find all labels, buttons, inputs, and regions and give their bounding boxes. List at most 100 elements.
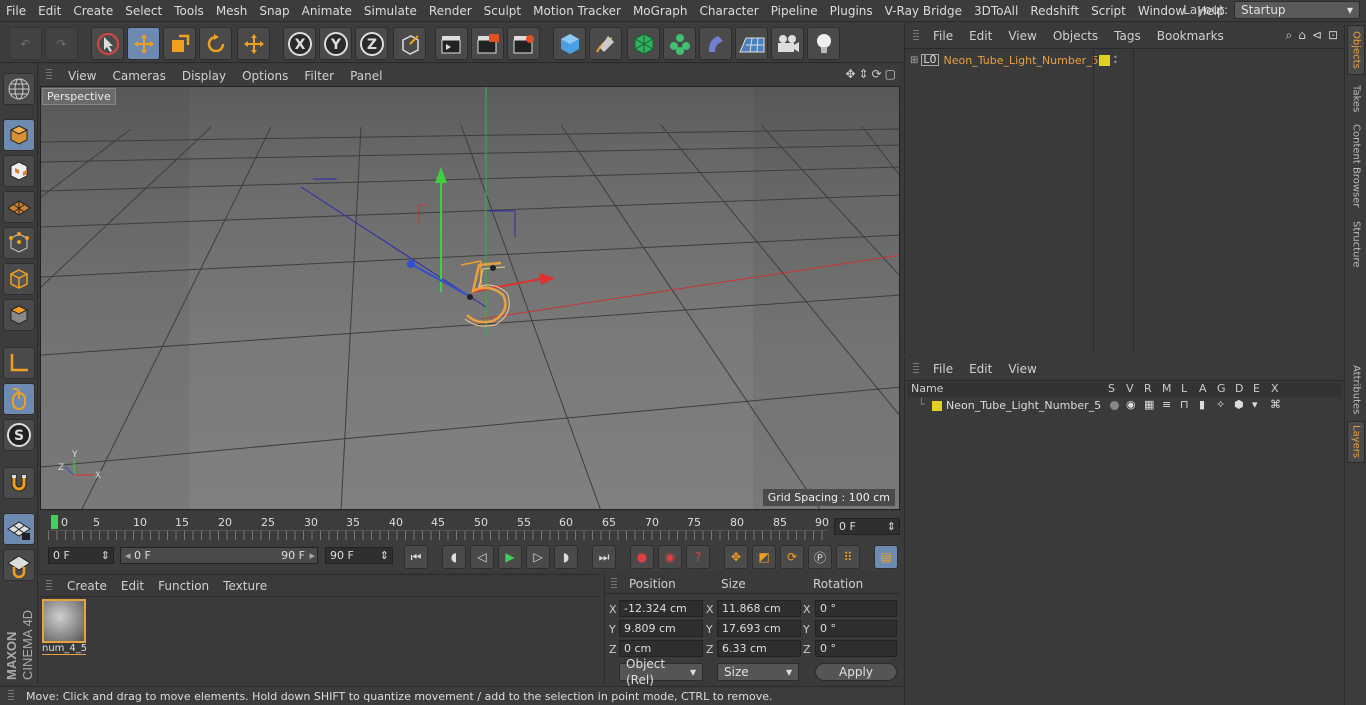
workplane-lock-button[interactable]	[3, 513, 35, 545]
objects-menu-file[interactable]: File	[925, 29, 961, 43]
tab-layers[interactable]: Layers	[1347, 421, 1365, 463]
gizmo-y-arrow[interactable]	[435, 167, 447, 183]
menu-mograph[interactable]: MoGraph	[627, 4, 694, 18]
expand-panel-icon[interactable]: ⊡	[1328, 28, 1338, 43]
objects-menu-edit[interactable]: Edit	[961, 29, 1000, 43]
recent-tool-button[interactable]	[237, 27, 270, 60]
texture-mode-button[interactable]	[3, 155, 35, 187]
panel-grip[interactable]	[8, 690, 14, 702]
col-xref[interactable]: X	[1271, 382, 1279, 395]
apply-button[interactable]: Apply	[815, 663, 897, 681]
render-view-button[interactable]	[435, 27, 468, 60]
panel-grip[interactable]	[913, 30, 919, 42]
objects-menu-tags[interactable]: Tags	[1106, 29, 1149, 43]
col-name[interactable]: Name	[911, 382, 943, 395]
previous-frame-button[interactable]: ◁	[470, 545, 494, 569]
col-manager[interactable]: M	[1162, 382, 1172, 395]
position-x-field[interactable]: -12.324 cm	[619, 600, 703, 617]
col-expressions[interactable]: E	[1253, 382, 1260, 395]
key-position-button[interactable]: ✥	[724, 545, 748, 569]
material-menu-texture[interactable]: Texture	[216, 579, 274, 593]
back-icon[interactable]: ⊲	[1312, 28, 1322, 43]
render-settings-button[interactable]	[507, 27, 540, 60]
menu-file[interactable]: File	[0, 4, 32, 18]
viewport-menu-panel[interactable]: Panel	[342, 69, 390, 83]
panel-grip[interactable]	[913, 363, 919, 375]
rotate-view-icon[interactable]: ⟳	[872, 67, 882, 81]
coordinate-mode-dropdown[interactable]: Object (Rel) ▾	[619, 657, 703, 687]
deformer-icon[interactable]: ⬢	[1234, 398, 1244, 411]
layer-color-swatch[interactable]	[932, 401, 942, 411]
pan-view-icon[interactable]: ✥	[845, 67, 855, 81]
render-clapper-icon[interactable]: ▦	[1144, 398, 1154, 411]
menu-animate[interactable]: Animate	[296, 4, 358, 18]
camera-button[interactable]	[771, 27, 804, 60]
size-z-field[interactable]: 6.33 cm	[717, 640, 801, 657]
size-x-field[interactable]: 11.868 cm	[717, 600, 801, 617]
axis-mode-button[interactable]	[3, 347, 35, 379]
redo-button[interactable]: ↷	[45, 27, 78, 60]
auto-key-button[interactable]: ◉	[658, 545, 682, 569]
key-parameter-button[interactable]: Ⓟ	[808, 545, 832, 569]
generator-icon[interactable]: ✧	[1216, 398, 1225, 411]
menu-3dtoall[interactable]: 3DToAll	[968, 4, 1024, 18]
size-y-field[interactable]: 17.693 cm	[717, 620, 801, 637]
layer-color-swatch[interactable]	[1099, 54, 1110, 66]
rotation-b-field[interactable]: 0 °	[815, 640, 897, 657]
menu-create[interactable]: Create	[67, 4, 119, 18]
go-to-start-button[interactable]: ⏮	[404, 545, 428, 569]
end-frame-field[interactable]: 90 F ⇕	[325, 547, 393, 564]
next-key-button[interactable]: ◗	[554, 545, 578, 569]
expand-plus-icon[interactable]: ⊞	[910, 55, 918, 66]
make-editable-button[interactable]	[3, 73, 35, 105]
record-button[interactable]: ●	[630, 545, 654, 569]
panel-grip[interactable]	[46, 69, 52, 81]
live-select-button[interactable]	[91, 27, 124, 60]
subdivision-surface-button[interactable]	[627, 27, 660, 60]
coordinate-system-button[interactable]	[393, 27, 426, 60]
workplane-mode-button[interactable]	[3, 191, 35, 223]
panel-grip[interactable]	[46, 580, 52, 592]
play-button[interactable]: ▶	[498, 545, 522, 569]
viewport-menu-view[interactable]: View	[60, 69, 104, 83]
visibility-dots-icon[interactable]: • •	[1113, 54, 1118, 67]
layers-menu-file[interactable]: File	[925, 362, 961, 376]
tab-attributes[interactable]: Attributes	[1347, 359, 1365, 421]
menu-vray-bridge[interactable]: V-Ray Bridge	[879, 4, 968, 18]
solo-dot-icon[interactable]	[1110, 401, 1119, 410]
material-menu-edit[interactable]: Edit	[114, 579, 151, 593]
model-mode-button[interactable]	[3, 119, 35, 151]
col-locked[interactable]: L	[1181, 382, 1187, 395]
menu-simulate[interactable]: Simulate	[358, 4, 423, 18]
position-y-field[interactable]: 9.809 cm	[619, 620, 703, 637]
object-name[interactable]: Neon_Tube_Light_Number_5	[944, 54, 1099, 67]
menu-mesh[interactable]: Mesh	[210, 4, 254, 18]
go-to-end-button[interactable]: ⏭	[592, 545, 616, 569]
cube-primitive-button[interactable]	[553, 27, 586, 60]
x-axis-lock-button[interactable]: X	[283, 27, 316, 60]
objects-menu-view[interactable]: View	[1000, 29, 1044, 43]
y-axis-lock-button[interactable]: Y	[319, 27, 352, 60]
z-axis-lock-button[interactable]: Z	[355, 27, 388, 60]
menu-pipeline[interactable]: Pipeline	[765, 4, 824, 18]
viewport-camera-label[interactable]: Perspective	[42, 88, 116, 105]
viewport-menu-cameras[interactable]: Cameras	[104, 69, 173, 83]
menu-redshift[interactable]: Redshift	[1024, 4, 1085, 18]
deformer-button[interactable]	[699, 27, 732, 60]
material-menu-create[interactable]: Create	[60, 579, 114, 593]
light-button[interactable]	[807, 27, 840, 60]
undo-button[interactable]: ↶	[9, 27, 42, 60]
viewport-menu-options[interactable]: Options	[234, 69, 296, 83]
menu-sculpt[interactable]: Sculpt	[478, 4, 527, 18]
next-frame-button[interactable]: ▷	[526, 545, 550, 569]
viewport-menu-filter[interactable]: Filter	[296, 69, 342, 83]
locked-workplane-button[interactable]	[3, 549, 35, 581]
menu-snap[interactable]: Snap	[253, 4, 295, 18]
material-swatch[interactable]: num_4_5	[42, 599, 86, 657]
points-mode-button[interactable]	[3, 227, 35, 259]
solo-mode-button[interactable]: S	[3, 419, 35, 451]
tab-structure[interactable]: Structure	[1347, 215, 1365, 273]
current-frame-field[interactable]: 0 F ⇕	[834, 518, 900, 535]
layers-menu-view[interactable]: View	[1000, 362, 1044, 376]
lock-icon[interactable]: ⊓	[1180, 398, 1189, 411]
